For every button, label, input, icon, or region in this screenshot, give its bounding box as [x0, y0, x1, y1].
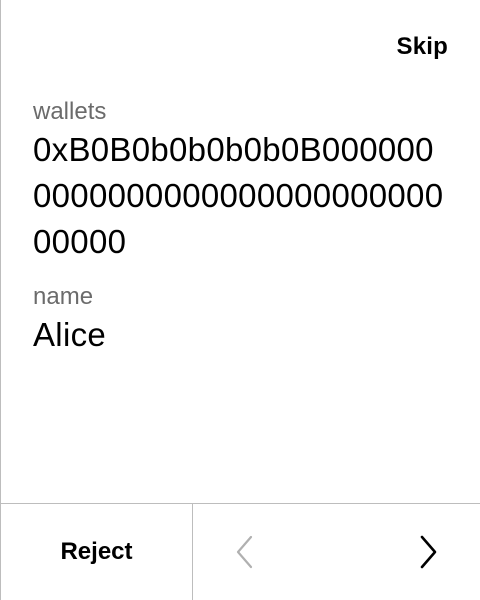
name-value: Alice [33, 316, 107, 353]
chevron-left-icon [236, 535, 253, 569]
signing-screen: Skip wallets 0xB0B0b0b0b0b0B000000000000… [0, 0, 480, 600]
wallets-value: 0xB0B0b0b0b0b0B0000000000000000000000000… [33, 131, 444, 260]
name-label: name [33, 283, 94, 310]
wallets-field: wallets 0xB0B0b0b0b0b0B00000000000000000… [33, 97, 450, 265]
name-field: name Alice [33, 282, 450, 358]
previous-button[interactable] [215, 504, 275, 600]
footer-bar: Reject [1, 503, 480, 600]
wallets-label: wallets [33, 98, 107, 125]
pager-nav [193, 504, 480, 600]
next-button[interactable] [398, 504, 458, 600]
skip-button[interactable]: Skip [397, 30, 448, 64]
reject-button[interactable]: Reject [1, 504, 193, 600]
chevron-right-icon [420, 535, 437, 569]
